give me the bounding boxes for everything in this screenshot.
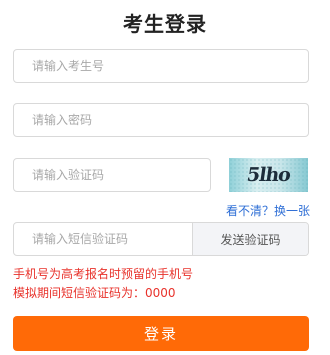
captcha-field[interactable] <box>13 158 211 192</box>
page-title: 考生登录 <box>123 12 207 36</box>
password-field[interactable] <box>13 103 309 137</box>
candidate-number-field[interactable] <box>13 49 309 83</box>
sms-code-input[interactable] <box>14 223 194 255</box>
candidate-number-input[interactable] <box>14 50 308 82</box>
sms-code-field[interactable]: 发送验证码 <box>13 222 309 256</box>
send-sms-code-button[interactable]: 发送验证码 <box>192 223 308 255</box>
captcha-text: 5lho <box>245 164 292 186</box>
login-button[interactable]: 登录 <box>13 316 309 351</box>
phone-note: 手机号为高考报名时预留的手机号 <box>13 267 194 281</box>
password-input[interactable] <box>14 104 308 136</box>
sms-code-note: 模拟期间短信验证码为：0000 <box>13 286 176 300</box>
captcha-image[interactable]: 5lho <box>229 158 308 192</box>
refresh-captcha-link[interactable]: 看不清？换一张 <box>226 202 310 219</box>
captcha-input[interactable] <box>14 159 210 191</box>
